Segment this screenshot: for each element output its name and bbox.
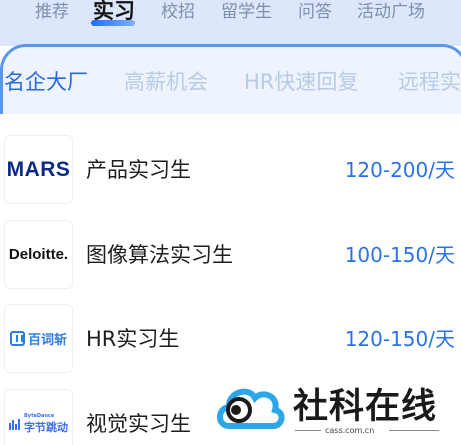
watermark-name: 社科在线 [293, 386, 438, 427]
baicizhan-logo: 百词斩 [9, 329, 67, 348]
bytedance-logo-small-text: ByteDance [24, 412, 55, 419]
company-logo: Deloitte. [4, 220, 73, 289]
watermark: 社科在线 cass.com.cn [215, 376, 455, 440]
job-title: 图像算法实习生 [86, 243, 233, 267]
bytedance-logo-text: 字节跳动 [24, 420, 68, 434]
subtab-high-salary[interactable]: 高薪机会 [124, 67, 208, 97]
watermark-divider [295, 430, 321, 431]
company-logo: 百词斩 [4, 304, 73, 373]
tab-campus-recruit[interactable]: 校招 [161, 0, 195, 26]
tab-internship[interactable]: 实习 [93, 0, 135, 26]
company-logo: ByteDance 字节跳动 [4, 389, 73, 445]
job-row[interactable]: Deloitte. 图像算法实习生 100-150/天 [0, 220, 461, 292]
job-salary: 100-150/天 [344, 243, 455, 267]
job-title: HR实习生 [86, 327, 180, 351]
tab-overseas-student[interactable]: 留学生 [221, 0, 272, 26]
job-salary: 120-200/天 [344, 158, 455, 182]
tab-activity-square[interactable]: 活动广场 [357, 0, 425, 26]
bytedance-mark-icon [9, 418, 20, 430]
job-title: 视觉实习生 [86, 412, 191, 436]
baicizhan-logo-text: 百词斩 [27, 333, 67, 348]
company-logo: MARS [4, 135, 73, 204]
watermark-domain: cass.com.cn [325, 426, 375, 435]
deloitte-logo: Deloitte. [8, 246, 69, 263]
mars-logo: MARS [6, 157, 71, 181]
cloud-eye-icon [217, 388, 285, 429]
baicizhan-mark-icon [9, 331, 25, 346]
job-salary: 120-150/天 [344, 327, 455, 351]
tab-recommend[interactable]: 推荐 [35, 0, 69, 26]
job-row[interactable]: 百词斩 HR实习生 120-150/天 [0, 304, 461, 376]
top-tab-bar: 推荐 实习 校招 留学生 问答 活动广场 [0, 0, 461, 46]
subtab-remote[interactable]: 远程实 [398, 67, 461, 97]
subtab-hr-fast-reply[interactable]: HR快速回复 [244, 67, 358, 97]
tab-qa[interactable]: 问答 [298, 0, 332, 26]
subtab-famous-companies[interactable]: 名企大厂 [4, 67, 88, 97]
watermark-divider [389, 430, 439, 431]
job-row[interactable]: MARS 产品实习生 120-200/天 [0, 135, 461, 207]
bytedance-logo: ByteDance 字节跳动 [9, 413, 68, 435]
job-title: 产品实习生 [86, 158, 191, 182]
